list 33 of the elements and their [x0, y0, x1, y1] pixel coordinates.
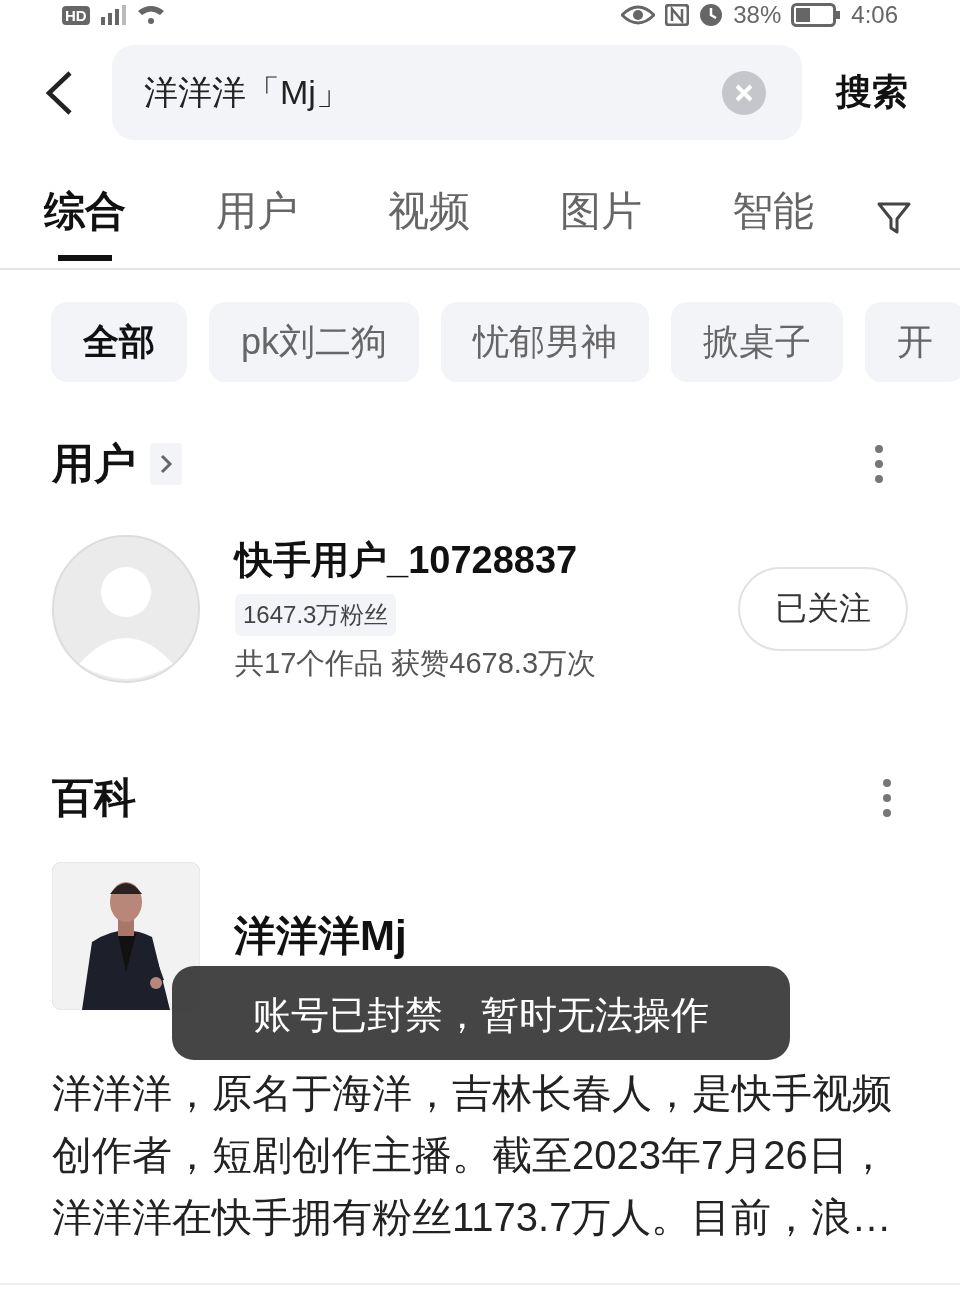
tab[interactable]: 视频: [388, 175, 470, 261]
more-icon[interactable]: [874, 444, 884, 484]
entry-title[interactable]: 洋洋洋Mj: [234, 908, 407, 964]
filter-chip[interactable]: 掀桌子: [671, 302, 844, 382]
section-title: 用户: [52, 439, 136, 489]
section-title: 百科: [52, 773, 136, 823]
filter-chip[interactable]: pk刘二狗: [209, 302, 420, 382]
filter-icon[interactable]: [876, 200, 912, 236]
nfc-icon: [665, 4, 690, 26]
toast-message: 账号已封禁，暂时无法操作: [172, 966, 790, 1060]
clock-icon: [699, 3, 724, 27]
hd-badge: HD: [62, 5, 90, 25]
filter-chip[interactable]: 开: [865, 302, 960, 382]
filter-chip[interactable]: 全部: [51, 302, 187, 382]
user-stats: 共17个作品 获赞4678.3万次: [235, 645, 596, 681]
entry-summary: 洋洋洋，原名于海洋，吉林长春人，是快手视频创作者，短剧创作主播。截至2023年7月26日，洋洋洋在快手拥有粉丝1173.7万人。目前，浪…: [52, 1070, 893, 1241]
tab[interactable]: 智能: [732, 175, 814, 261]
tab[interactable]: 图片: [560, 175, 642, 261]
battery-percent: 38%: [733, 1, 782, 29]
tab[interactable]: 用户: [216, 175, 298, 261]
follower-count-tag: 1647.3万粉丝: [235, 593, 397, 636]
clock-time: 4:06: [851, 1, 898, 29]
user-name[interactable]: 快手用户_10728837: [235, 534, 578, 586]
search-field[interactable]: 洋洋洋「Mj」: [112, 45, 802, 140]
signal-icon: [99, 5, 126, 25]
battery-icon: [791, 3, 842, 27]
search-button[interactable]: 搜索: [836, 68, 908, 117]
chevron-right-icon[interactable]: [150, 443, 182, 485]
back-icon[interactable]: [44, 69, 74, 116]
follow-button[interactable]: 已关注: [738, 567, 908, 651]
eye-icon: [621, 5, 656, 25]
filter-chip[interactable]: 忧郁男神: [441, 302, 650, 382]
more-icon[interactable]: [882, 778, 892, 818]
